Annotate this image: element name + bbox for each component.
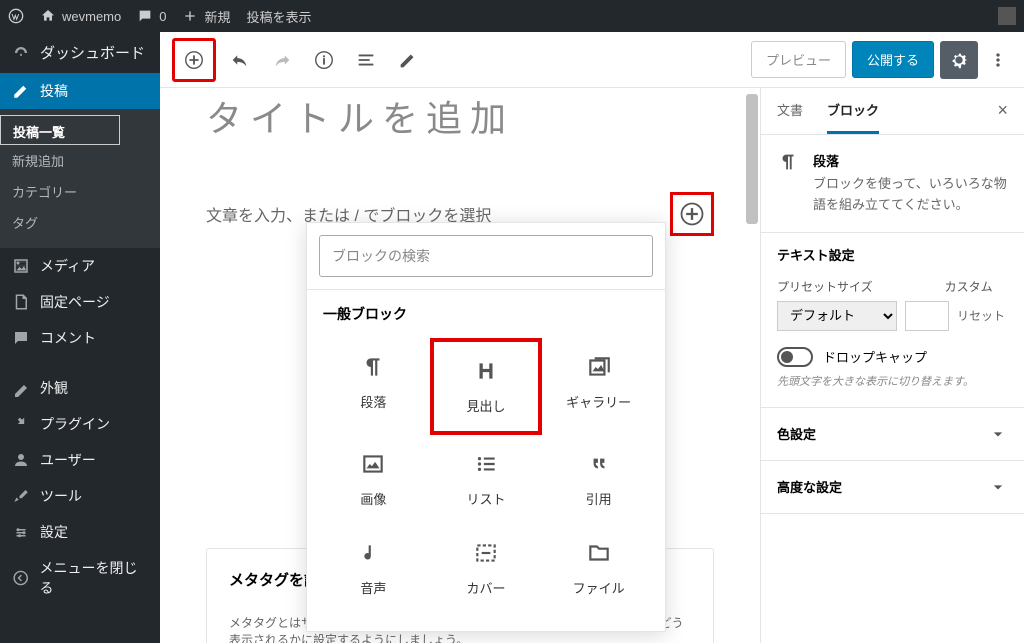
submenu-posts: 投稿一覧 新規追加 カテゴリー タグ (0, 109, 160, 248)
site-link[interactable]: wevmemo (40, 8, 121, 24)
preview-button[interactable]: プレビュー (751, 41, 846, 78)
admin-bar: wevmemo 0 新規 投稿を表示 (0, 0, 1024, 32)
canvas-scrollbar[interactable] (744, 88, 760, 643)
publish-button[interactable]: 公開する (852, 41, 934, 78)
dropcap-hint: 先頭文字を大きな表示に切り替えます。 (777, 373, 1008, 389)
block-paragraph[interactable]: 段落 (317, 338, 430, 435)
admin-sidebar: ダッシュボード 投稿 投稿一覧 新規追加 カテゴリー タグ メディア 固定ページ… (0, 32, 160, 643)
block-heading[interactable]: 見出し (430, 338, 543, 435)
redo-button[interactable] (264, 42, 300, 78)
block-gallery[interactable]: ギャラリー (542, 338, 655, 435)
reset-button[interactable]: リセット (957, 307, 1005, 324)
submenu-new-post[interactable]: 新規追加 (0, 145, 160, 176)
close-sidebar-button[interactable]: × (997, 100, 1008, 134)
block-cover[interactable]: カバー (430, 524, 543, 613)
undo-button[interactable] (222, 42, 258, 78)
block-desc: ブロックを使って、いろいろな物語を組み立ててください。 (813, 174, 1008, 216)
text-settings-header[interactable]: テキスト設定 (777, 245, 855, 264)
menu-tools[interactable]: ツール (0, 478, 160, 514)
block-inserter: ブロックの検索 一般ブロック 段落 見出し ギャラリー 画像 リスト 引用 音声… (306, 222, 666, 632)
menu-comments[interactable]: コメント (0, 320, 160, 356)
tab-block[interactable]: ブロック (827, 100, 879, 134)
submenu-categories[interactable]: カテゴリー (0, 176, 160, 207)
block-name: 段落 (813, 151, 1008, 170)
menu-plugins[interactable]: プラグイン (0, 406, 160, 442)
block-list[interactable]: リスト (430, 435, 543, 524)
settings-sidebar: 文書 ブロック × 段落 ブロックを使って、いろいろな物語を組み立ててください。… (760, 88, 1024, 643)
menu-collapse[interactable]: メニューを閉じる (0, 550, 160, 606)
dropcap-toggle[interactable] (777, 347, 813, 367)
block-search-input[interactable]: ブロックの検索 (319, 235, 653, 277)
settings-toggle[interactable] (940, 41, 978, 79)
menu-posts[interactable]: 投稿 (0, 73, 160, 109)
paragraph-icon (777, 151, 799, 216)
inserter-category-common[interactable]: 一般ブロック (307, 289, 665, 338)
new-content-link[interactable]: 新規 (182, 7, 230, 26)
more-menu[interactable] (984, 42, 1012, 78)
preset-size-select[interactable]: デフォルト (777, 301, 897, 331)
submenu-all-posts[interactable]: 投稿一覧 (0, 115, 120, 145)
menu-users[interactable]: ユーザー (0, 442, 160, 478)
block-audio[interactable]: 音声 (317, 524, 430, 613)
color-settings-panel[interactable]: 色設定 (777, 424, 1008, 444)
menu-dashboard[interactable]: ダッシュボード (0, 32, 160, 73)
post-title-input[interactable]: タイトルを追加 (206, 90, 714, 142)
info-button[interactable] (306, 42, 342, 78)
menu-media[interactable]: メディア (0, 248, 160, 284)
advanced-panel[interactable]: 高度な設定 (777, 477, 1008, 497)
preset-label: プリセットサイズ (777, 278, 873, 295)
view-post-link[interactable]: 投稿を表示 (247, 7, 312, 26)
avatar[interactable] (998, 7, 1016, 25)
outline-button[interactable] (348, 42, 384, 78)
wp-logo-icon[interactable] (8, 8, 24, 24)
block-image[interactable]: 画像 (317, 435, 430, 524)
edit-button[interactable] (390, 42, 426, 78)
custom-size-input[interactable] (905, 301, 949, 331)
inline-inserter-button[interactable] (670, 192, 714, 236)
menu-settings[interactable]: 設定 (0, 514, 160, 550)
editor-toolbar: プレビュー 公開する (160, 32, 1024, 88)
custom-label: カスタム (945, 278, 993, 295)
menu-pages[interactable]: 固定ページ (0, 284, 160, 320)
block-file[interactable]: ファイル (542, 524, 655, 613)
add-block-button[interactable] (172, 38, 216, 82)
menu-appearance[interactable]: 外観 (0, 370, 160, 406)
tab-document[interactable]: 文書 (777, 100, 803, 134)
submenu-tags[interactable]: タグ (0, 207, 160, 238)
comments-link[interactable]: 0 (137, 8, 166, 24)
dropcap-label: ドロップキャップ (823, 347, 927, 366)
block-quote[interactable]: 引用 (542, 435, 655, 524)
